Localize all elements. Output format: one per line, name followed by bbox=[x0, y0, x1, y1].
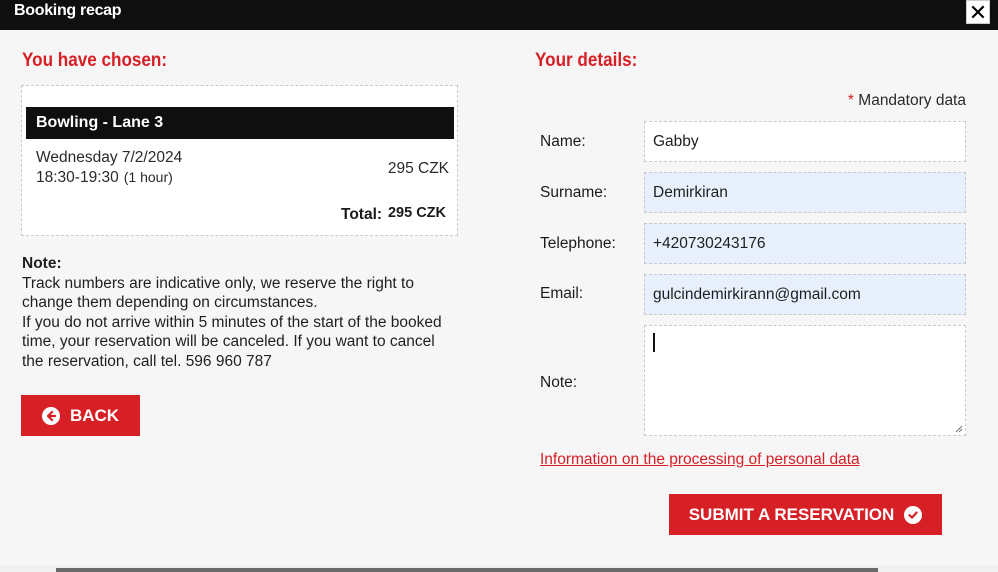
name-field[interactable] bbox=[644, 121, 966, 162]
email-label: Email: bbox=[540, 285, 584, 302]
chosen-heading: You have chosen: bbox=[22, 50, 168, 71]
arrow-left-circle-icon bbox=[41, 406, 60, 425]
modal-title: Booking recap bbox=[14, 2, 122, 19]
surname-field[interactable] bbox=[644, 172, 966, 213]
total-label: Total: bbox=[341, 206, 383, 223]
booking-time-row: 18:30-19:30 (1 hour) bbox=[36, 169, 173, 187]
background-strip bbox=[56, 568, 878, 572]
note-block: Note: Track numbers are indicative only,… bbox=[22, 254, 452, 371]
page-bottom-edge bbox=[0, 565, 998, 572]
booking-price: 295 CZK bbox=[387, 160, 449, 177]
note-label: Note: bbox=[540, 374, 578, 391]
submit-reservation-button[interactable]: SUBMIT A RESERVATION bbox=[669, 494, 942, 535]
email-field[interactable] bbox=[644, 274, 966, 315]
note-textarea[interactable] bbox=[644, 325, 966, 436]
telephone-label: Telephone: bbox=[540, 235, 616, 252]
mandatory-text: Mandatory data bbox=[858, 92, 966, 109]
total-value: 295 CZK bbox=[387, 205, 446, 221]
booking-summary: Bowling - Lane 3 Wednesday 7/2/2024 18:3… bbox=[21, 85, 458, 236]
note-text-tracks: Track numbers are indicative only, we re… bbox=[22, 274, 414, 312]
submit-label: SUBMIT A RESERVATION bbox=[688, 504, 895, 524]
modal-header: Booking recap ✕ bbox=[0, 0, 998, 30]
resize-handle-icon[interactable] bbox=[955, 425, 963, 433]
details-heading: Your details: bbox=[535, 50, 638, 71]
booking-item-title: Bowling - Lane 3 bbox=[26, 107, 454, 139]
booking-date: Wednesday 7/2/2024 bbox=[36, 149, 183, 166]
close-icon[interactable]: ✕ bbox=[966, 0, 990, 25]
surname-label: Surname: bbox=[540, 184, 608, 201]
text-caret bbox=[653, 333, 655, 352]
telephone-field[interactable] bbox=[644, 223, 966, 264]
back-button[interactable]: BACK bbox=[21, 395, 140, 436]
mandatory-note: * Mandatory data bbox=[848, 92, 966, 110]
back-label: BACK bbox=[69, 405, 120, 425]
name-label: Name: bbox=[540, 133, 586, 150]
check-circle-icon bbox=[904, 505, 923, 524]
mandatory-star: * bbox=[847, 92, 854, 109]
booking-time: 18:30-19:30 bbox=[36, 169, 119, 186]
note-text-cancel: If you do not arrive within 5 minutes of… bbox=[22, 313, 442, 370]
booking-duration: (1 hour) bbox=[123, 169, 173, 185]
note-title: Note: bbox=[22, 255, 62, 272]
privacy-link[interactable]: Information on the processing of persona… bbox=[540, 451, 860, 469]
